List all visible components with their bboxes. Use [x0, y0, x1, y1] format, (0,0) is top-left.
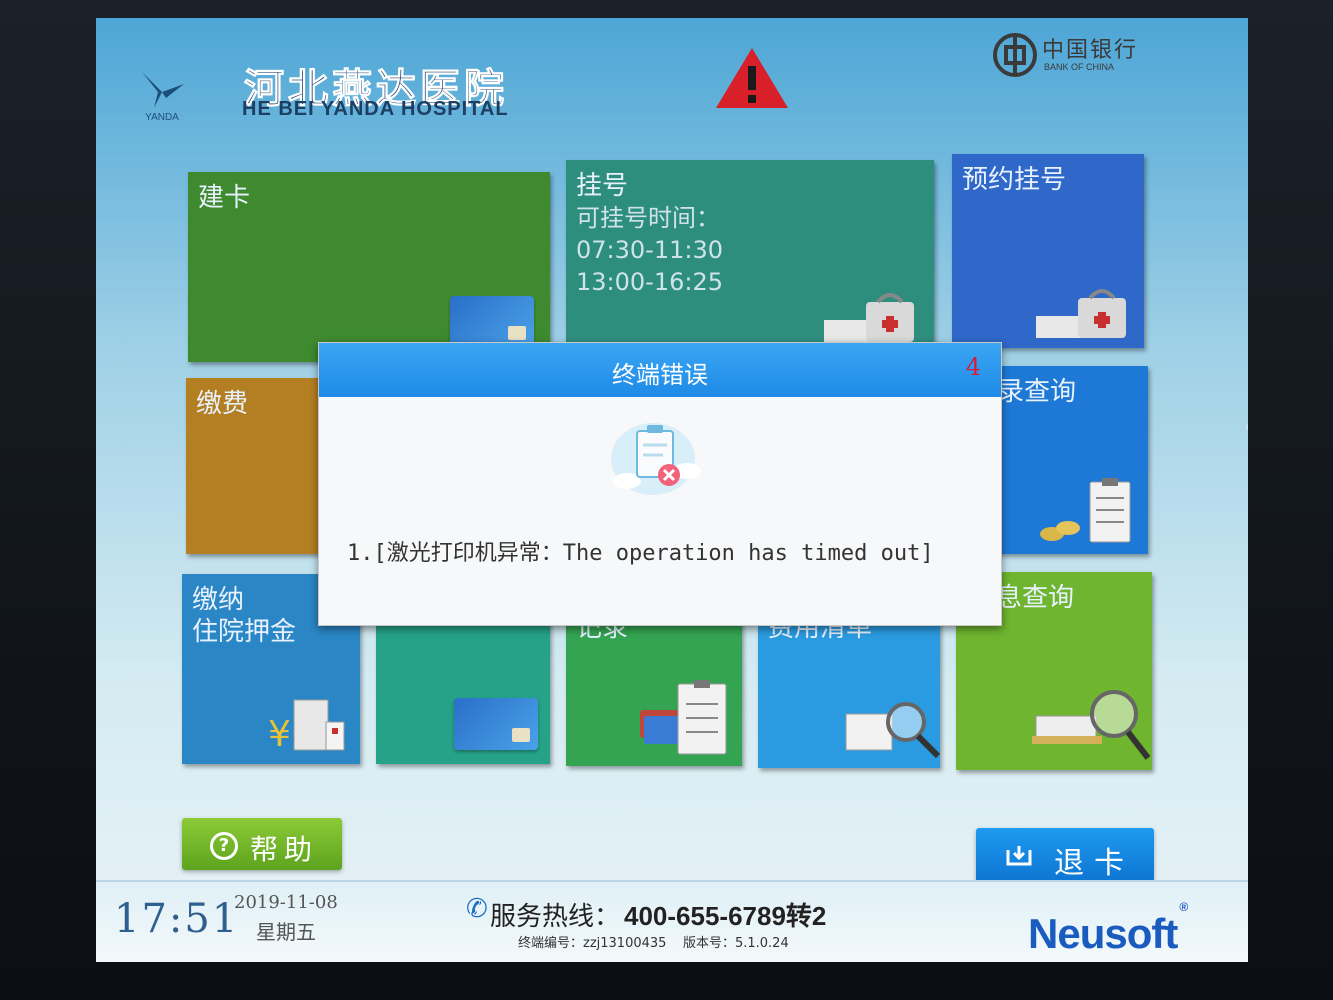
version-number: 版本号：5.1.0.24	[682, 936, 789, 951]
clipboard-error-icon	[611, 423, 701, 495]
yanda-bird-icon	[142, 72, 184, 108]
tile-info-query-label: 息查询	[996, 583, 1075, 613]
medical-kit-icon	[1036, 289, 1126, 338]
clock-weekday: 星期五	[256, 920, 316, 944]
bank-name-en: BANK OF CHINA	[1044, 62, 1115, 72]
screen-glare	[1246, 418, 1248, 436]
hospital-name-en: HE BEI YANDA HOSPITAL	[242, 98, 509, 120]
kiosk-screen: YANDA 河北燕达医院 HE BEI YANDA HOSPITAL 中国银行 …	[96, 18, 1248, 962]
help-button-label: 帮助	[250, 833, 319, 866]
terminal-id: 终端编号：zzj13100435	[518, 936, 667, 951]
help-button[interactable]: ? 帮助	[182, 818, 342, 870]
tile-expense-list[interactable]: 费用清单	[758, 618, 940, 768]
error-message: 1.[激光打印机异常：The operation has timed out]	[347, 541, 934, 566]
status-footer: 17:51 2019-11-08 星期五 ✆ 服务热线： 400-655-678…	[96, 880, 1248, 962]
svg-text:¥: ¥	[268, 714, 291, 754]
registered-mark: ®	[1179, 900, 1188, 914]
warning-icon	[716, 48, 788, 108]
register-hours-afternoon: 13:00-16:25	[576, 268, 723, 296]
dialog-title: 终端错误	[612, 361, 708, 389]
boc-emblem-icon	[993, 33, 1037, 77]
yanda-logo: YANDA	[132, 68, 192, 130]
medical-kit-icon	[824, 293, 914, 342]
neusoft-logo: Neusoft®	[1028, 900, 1188, 958]
clipboard-coins-icon	[1040, 478, 1131, 543]
card-clipboard-icon	[640, 680, 727, 755]
help-icon: ?	[210, 832, 238, 860]
tile-record-query-label: 录查询	[998, 377, 1077, 407]
bank-card-icon	[450, 296, 534, 348]
dialog-countdown: 4	[965, 353, 981, 381]
neusoft-logo-text: Neusoft	[1028, 910, 1178, 957]
bank-name-cn: 中国银行	[1042, 38, 1139, 63]
tile-deposit-label-1: 缴纳	[192, 585, 245, 615]
tile-appointment[interactable]: 预约挂号	[952, 154, 1144, 348]
tile-recharge[interactable]	[376, 618, 550, 764]
dialog-header: 终端错误 4	[319, 343, 1001, 397]
tile-appointment-label: 预约挂号	[962, 165, 1067, 195]
tile-create-card[interactable]: 建卡	[188, 172, 550, 362]
tile-create-card-label: 建卡	[198, 183, 251, 213]
register-hours-morning: 07:30-11:30	[576, 236, 723, 264]
clock-time: 17:51	[114, 896, 240, 942]
exit-card-label: 退卡	[1054, 846, 1134, 881]
tile-register[interactable]: 挂号 可挂号时间： 07:30-11:30 13:00-16:25	[566, 160, 934, 360]
hotline-label: 服务热线：	[490, 902, 621, 932]
hospital-building-icon: ¥	[268, 699, 345, 754]
tile-payment-label: 缴费	[196, 389, 249, 419]
exit-card-button[interactable]: 退卡	[976, 828, 1154, 884]
magnifier-box-icon	[1032, 690, 1151, 760]
bank-of-china-logo: 中国银行 BANK OF CHINA	[990, 28, 1160, 84]
yanda-logo-text: YANDA	[145, 112, 179, 123]
exit-card-icon	[1006, 846, 1032, 866]
clock-date: 2019-11-08	[234, 892, 338, 913]
tile-register-label: 挂号	[576, 171, 629, 201]
tile-records[interactable]: 记录	[566, 618, 742, 766]
terminal-error-dialog: 终端错误 4 1.[激光打印机异常：The operation has time…	[318, 342, 1002, 626]
register-hours-label: 可挂号时间：	[576, 204, 720, 232]
hotline-number: 400-655-6789转2	[624, 901, 827, 931]
bank-card-icon	[454, 698, 538, 750]
magnifier-calendar-icon	[845, 702, 940, 759]
phone-icon: ✆	[466, 894, 488, 924]
tile-deposit-label-2: 住院押金	[192, 617, 297, 647]
